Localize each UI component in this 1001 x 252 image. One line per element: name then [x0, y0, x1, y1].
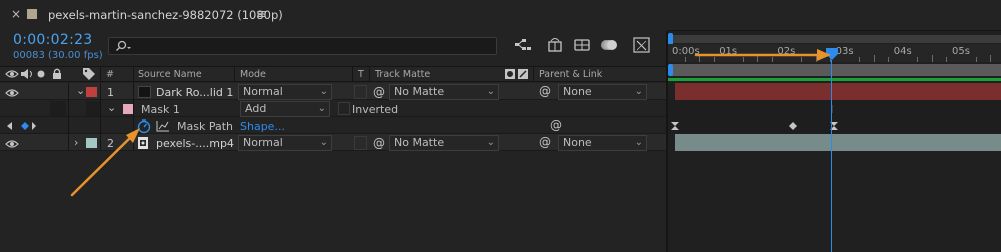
header-mode[interactable]: Mode	[240, 69, 266, 80]
annotation-arrow	[70, 128, 140, 197]
label-icon[interactable]	[82, 67, 96, 80]
tab-menu-icon[interactable]: ≡	[256, 7, 267, 22]
comp-label-swatch	[27, 9, 37, 19]
solid-layer-icon	[138, 86, 151, 98]
ruler-tick	[859, 57, 861, 62]
header-separator	[533, 67, 534, 81]
layer-bar-1[interactable]	[675, 83, 1001, 100]
header-parent-link[interactable]: Parent & Link	[539, 69, 602, 80]
audio-icon[interactable]	[20, 69, 34, 79]
solo-icon[interactable]	[37, 70, 45, 78]
layer-mode-dropdown[interactable]: Normal ⌄	[238, 84, 332, 100]
mask-path-value[interactable]: Shape...	[240, 120, 285, 133]
matte-switch-icons	[505, 69, 528, 79]
comp-flowchart-icon[interactable]	[514, 37, 532, 53]
ruler-tick	[975, 57, 977, 62]
pickwhip-icon[interactable]: @	[550, 118, 562, 132]
pickwhip-icon[interactable]: @	[373, 136, 385, 150]
header-separator	[352, 67, 353, 81]
mask-label-swatch[interactable]	[123, 104, 133, 114]
expand-chevron-icon[interactable]: ⌄	[107, 101, 116, 114]
preserve-transparency-checkbox[interactable]	[354, 136, 367, 150]
layer-name[interactable]: Dark Ro...lid 1	[156, 86, 233, 99]
header-track-matte[interactable]: Track Matte	[375, 69, 430, 80]
ruler-tick	[684, 57, 686, 62]
track-matte-dropdown[interactable]: No Matte ⌄	[389, 84, 499, 100]
layer-mode-dropdown[interactable]: Normal ⌄	[238, 135, 332, 151]
header-number: #	[106, 69, 114, 80]
ruler-label: 04s	[893, 46, 912, 57]
annotation-arrow	[694, 49, 831, 61]
motion-blur-icon[interactable]	[599, 36, 619, 54]
graph-icon[interactable]	[156, 120, 170, 132]
property-name: Mask Path	[177, 120, 233, 133]
expand-chevron-icon[interactable]: ⌄	[76, 84, 85, 97]
time-navigator[interactable]	[670, 35, 1001, 43]
inverted-label: Inverted	[352, 103, 399, 116]
parent-pickwhip-icon[interactable]: @	[539, 135, 551, 149]
layer-search-input[interactable]	[108, 37, 497, 55]
parent-dropdown[interactable]: None ⌄	[558, 135, 647, 151]
work-area-start-handle[interactable]	[668, 64, 673, 76]
lock-icon[interactable]	[52, 68, 62, 80]
ruler-tick	[873, 55, 875, 62]
inverted-checkbox[interactable]	[338, 102, 350, 115]
ruler-tick	[888, 57, 890, 62]
work-area-bar[interactable]	[670, 64, 1001, 76]
frame-count: 00083 (30.00 fps)	[13, 50, 103, 61]
layer-number: 1	[107, 86, 114, 99]
ruler-label: 05s	[952, 46, 970, 57]
playhead-line[interactable]	[831, 60, 832, 252]
header-source-name[interactable]: Source Name	[138, 69, 202, 80]
search-icon	[116, 40, 131, 51]
cache-indicator	[668, 78, 1001, 81]
header-separator	[100, 67, 101, 81]
header-separator	[369, 67, 370, 81]
eye-icon[interactable]	[5, 88, 19, 98]
header-separator	[133, 67, 134, 81]
keyframe-navigator[interactable]	[6, 121, 36, 131]
graph-editor-icon[interactable]	[633, 37, 651, 53]
mask-name[interactable]: Mask 1	[141, 103, 180, 116]
eye-icon[interactable]	[5, 69, 19, 79]
header-separator	[234, 67, 235, 81]
current-time-display[interactable]: 0:00:02:23	[13, 32, 93, 48]
parent-dropdown[interactable]: None ⌄	[558, 84, 647, 100]
track-matte-dropdown[interactable]: No Matte ⌄	[389, 135, 499, 151]
layer-name[interactable]: pexels-....mp4	[156, 137, 234, 150]
parent-pickwhip-icon[interactable]: @	[539, 84, 551, 98]
switch-cell	[50, 101, 66, 116]
shy-icon[interactable]	[573, 37, 591, 53]
ruler-tick	[990, 55, 992, 62]
pickwhip-icon[interactable]: @	[373, 85, 385, 99]
mask-lane	[668, 100, 1001, 117]
preserve-transparency-checkbox[interactable]	[354, 85, 367, 99]
draft-3d-icon[interactable]	[546, 36, 564, 53]
switch-cell	[86, 101, 100, 116]
composition-tab[interactable]: pexels-martin-sanchez-9882072 (1080p)	[48, 8, 283, 22]
keyframe-hold-icon[interactable]	[670, 121, 680, 131]
ruler-tick	[946, 57, 948, 62]
layer-label-swatch[interactable]	[86, 87, 97, 97]
keyframe-diamond-icon[interactable]	[788, 121, 798, 131]
composition-tab-bar: × pexels-martin-sanchez-9882072 (1080p) …	[0, 0, 1001, 31]
ruler-tick	[931, 55, 933, 62]
ruler-tick	[917, 57, 919, 62]
close-tab-icon[interactable]: ×	[11, 7, 21, 21]
eye-icon[interactable]	[5, 139, 19, 149]
header-t: T	[358, 69, 364, 80]
mask-mode-dropdown[interactable]: Add ⌄	[240, 101, 330, 117]
layer-bar-2[interactable]	[675, 134, 1001, 151]
